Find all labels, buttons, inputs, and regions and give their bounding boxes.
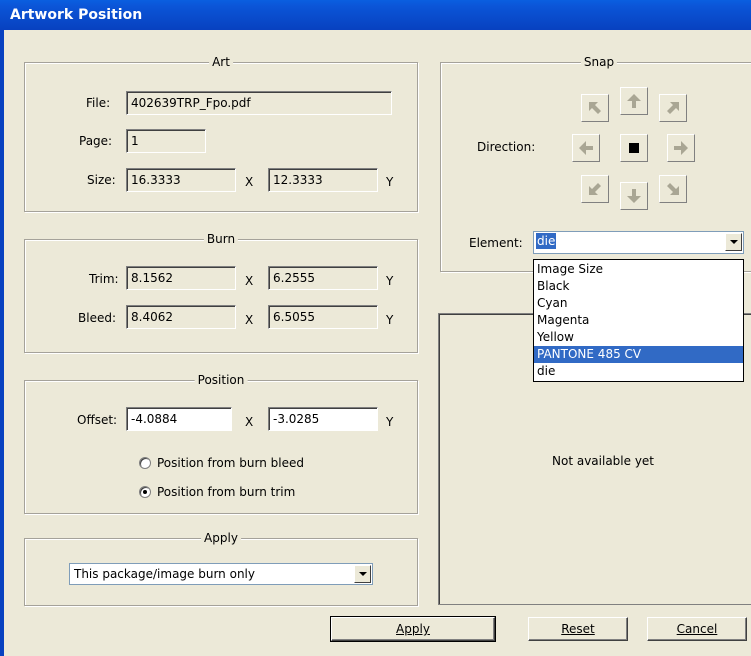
position-bleed-label[interactable]: Position from burn bleed: [157, 455, 304, 471]
snap-down-button[interactable]: [620, 182, 648, 210]
file-label: File:: [86, 96, 111, 110]
bleed-y-field: 6.5055: [268, 305, 378, 329]
offset-y-suffix: Y: [386, 415, 394, 429]
offset-x-input[interactable]: -4.0884: [126, 407, 232, 431]
file-field: 402639TRP_Fpo.pdf: [126, 91, 392, 115]
snap-up-left-button[interactable]: [581, 94, 609, 122]
arrow-up-icon: [625, 92, 643, 110]
position-legend: Position: [194, 372, 248, 388]
snap-right-button[interactable]: [667, 134, 695, 162]
trim-x-separator: X: [245, 274, 254, 288]
trim-x-field: 8.1562: [126, 266, 236, 290]
trim-y-suffix: Y: [386, 274, 394, 288]
size-y-field: 12.3333: [268, 168, 378, 192]
bleed-x-separator: X: [245, 313, 254, 327]
dropdown-option[interactable]: die: [534, 363, 743, 380]
element-label: Element:: [469, 236, 523, 250]
arrow-up-right-icon: [664, 99, 682, 117]
trim-y-field: 6.2555: [268, 266, 378, 290]
burn-group: Burn: [24, 231, 418, 353]
chevron-down-icon[interactable]: [725, 233, 742, 251]
arrow-down-icon: [625, 187, 643, 205]
offset-y-input[interactable]: -3.0285: [268, 407, 378, 431]
trim-label: Trim:: [89, 272, 119, 286]
position-bleed-radio[interactable]: [139, 457, 151, 469]
apply-button-label: Apply: [396, 622, 430, 636]
snap-up-button[interactable]: [620, 87, 648, 115]
element-value: die: [536, 233, 557, 249]
reset-button-label: Reset: [561, 622, 595, 636]
snap-down-right-button[interactable]: [659, 175, 687, 203]
dropdown-option-highlighted[interactable]: PANTONE 485 CV: [534, 346, 743, 363]
dropdown-option[interactable]: Cyan: [534, 295, 743, 312]
title-bar: Artwork Position: [0, 0, 751, 30]
window-frame-left: [0, 30, 4, 656]
size-x-field: 16.3333: [126, 168, 236, 192]
arrow-right-icon: [672, 139, 690, 157]
window-title: Artwork Position: [10, 7, 143, 23]
chevron-down-icon[interactable]: [354, 565, 371, 583]
offset-x-separator: X: [245, 415, 254, 429]
snap-up-right-button[interactable]: [659, 94, 687, 122]
arrow-up-left-icon: [586, 99, 604, 117]
bleed-label: Bleed:: [78, 311, 116, 325]
size-y-suffix: Y: [386, 175, 394, 189]
arrow-left-icon: [577, 139, 595, 157]
dropdown-option[interactable]: Image Size: [534, 261, 743, 278]
center-square-icon: [628, 142, 640, 154]
bleed-y-suffix: Y: [386, 313, 394, 327]
cancel-button[interactable]: Cancel: [647, 617, 747, 641]
reset-button[interactable]: Reset: [528, 617, 628, 641]
element-select[interactable]: die: [533, 231, 744, 254]
apply-legend: Apply: [201, 530, 241, 546]
apply-button[interactable]: Apply: [330, 616, 496, 642]
position-trim-label[interactable]: Position from burn trim: [157, 484, 295, 500]
arrow-down-right-icon: [664, 180, 682, 198]
dropdown-option[interactable]: Black: [534, 278, 743, 295]
direction-label: Direction:: [477, 140, 536, 154]
apply-scope-value: This package/image burn only: [74, 567, 255, 581]
burn-legend: Burn: [203, 231, 239, 247]
snap-down-left-button[interactable]: [581, 175, 609, 203]
position-trim-radio[interactable]: [139, 486, 151, 498]
offset-label: Offset:: [77, 413, 118, 427]
arrow-down-left-icon: [586, 180, 604, 198]
dropdown-option[interactable]: Magenta: [534, 312, 743, 329]
size-x-separator: X: [245, 175, 254, 189]
size-label: Size:: [87, 173, 116, 187]
snap-center-button[interactable]: [620, 134, 648, 162]
snap-left-button[interactable]: [572, 134, 600, 162]
bleed-x-field: 8.4062: [126, 305, 236, 329]
page-label: Page:: [79, 134, 113, 148]
cancel-button-label: Cancel: [676, 622, 718, 636]
element-dropdown-list[interactable]: Image Size Black Cyan Magenta Yellow PAN…: [533, 259, 744, 382]
dropdown-option[interactable]: Yellow: [534, 329, 743, 346]
page-field: 1: [126, 129, 206, 153]
apply-scope-select[interactable]: This package/image burn only: [69, 563, 373, 585]
preview-placeholder-text: Not available yet: [552, 454, 655, 468]
art-legend: Art: [209, 54, 233, 70]
snap-legend: Snap: [580, 54, 618, 70]
